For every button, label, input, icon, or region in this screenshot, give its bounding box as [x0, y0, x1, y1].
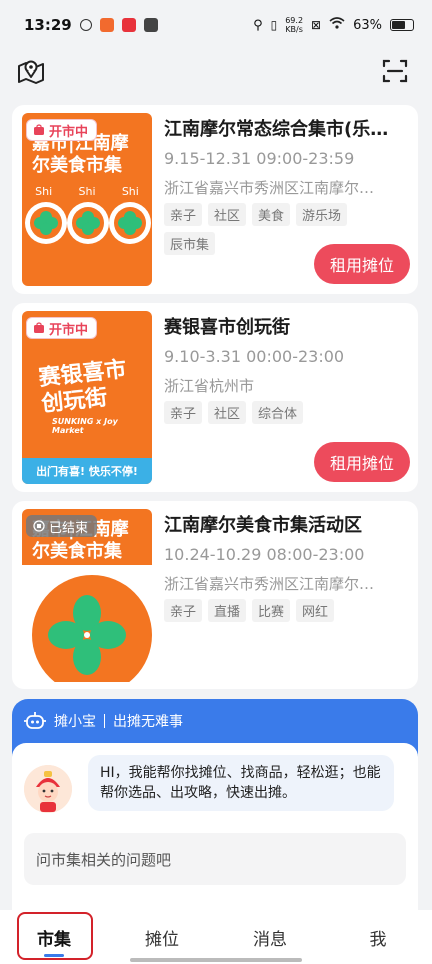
stop-icon [33, 520, 45, 532]
market-address: 浙江省嘉兴市秀洲区江南摩尔… [164, 179, 375, 197]
market-address: 浙江省杭州市 [164, 377, 255, 395]
battery-percent: 63% [353, 17, 382, 33]
app-notification-icon [121, 18, 136, 32]
bag-icon [34, 322, 44, 333]
status-badge-label: 已结束 [49, 520, 89, 536]
assistant-slogan: 出摊无难事 [113, 714, 183, 730]
market-time: 10.24-10.29 08:00-23:00 [164, 545, 365, 564]
thumbnail-subtitle: SUNKING x Joy Market [52, 417, 118, 435]
persimmon-pattern [25, 202, 151, 244]
tab-me[interactable]: 我 [324, 910, 432, 964]
scan-icon[interactable] [380, 56, 410, 86]
thumbnail-title: 赛银喜市创玩街 [37, 357, 128, 418]
thumbnail-slogan: 出门有喜! 快乐不停! [22, 458, 152, 484]
tag: 亲子 [164, 401, 203, 424]
status-badge: 开市中 [26, 317, 98, 339]
tag: 亲子 [164, 599, 203, 622]
assistant-panel: 摊小宝 出摊无难事 HI，我能帮你找摊位、找商品，轻松逛；也能帮你选品、出攻略，… [12, 699, 418, 914]
wifi-icon [329, 17, 345, 33]
market-address: 浙江省嘉兴市秀洲区江南摩尔… [164, 575, 375, 593]
persimmon-graphic [32, 575, 152, 682]
market-time: 9.15-12.31 09:00-23:59 [164, 149, 355, 168]
ask-question-input[interactable]: 问市集相关的问题吧 [24, 833, 406, 885]
tag-list: 亲子 社区 综合体 [164, 401, 404, 424]
market-title[interactable]: 赛银喜市创玩街 [164, 313, 409, 339]
market-card[interactable]: 嘉市|江南摩尔美食市集 已结束 江南摩尔美食市集活动区 10.24-10.29 … [12, 501, 418, 689]
status-badge: 开市中 [26, 119, 98, 141]
vibrate-icon: ▯ [270, 18, 278, 32]
header-divider [104, 714, 105, 728]
tab-stall[interactable]: 摊位 [108, 910, 216, 964]
market-time: 9.10-3.31 00:00-23:00 [164, 347, 345, 366]
thumbnail-shi-row: Shi Shi Shi [35, 185, 139, 198]
tab-highlight-box [17, 912, 93, 960]
tab-label: 我 [369, 929, 387, 950]
bag-icon [34, 124, 44, 135]
assistant-message: HI，我能帮你找摊位、找商品，轻松逛；也能帮你选品、出攻略，快速出摊。 [88, 755, 394, 811]
tag: 网红 [296, 599, 335, 622]
status-bar: 13:29 ⚲ ▯ 69.2 KB/s ⊠ 63% [0, 0, 432, 50]
assistant-name: 摊小宝 [54, 714, 96, 730]
tag: 比赛 [252, 599, 291, 622]
tag: 亲子 [164, 203, 203, 226]
assistant-body: HI，我能帮你找摊位、找商品，轻松逛；也能帮你选品、出攻略，快速出摊。 问市集相… [12, 743, 418, 914]
assistant-avatar [24, 765, 72, 813]
market-title[interactable]: 江南摩尔常态综合集市(乐… [164, 115, 409, 141]
top-toolbar [0, 52, 432, 92]
tab-label: 摊位 [145, 929, 179, 950]
market-thumbnail: 赛银喜市创玩街 SUNKING x Joy Market 出门有喜! 快乐不停!… [22, 311, 152, 484]
tag: 直播 [208, 599, 247, 622]
home-indicator[interactable] [130, 958, 302, 962]
market-title[interactable]: 江南摩尔美食市集活动区 [164, 511, 409, 537]
battery-icon [390, 19, 414, 31]
location-icon: ⚲ [253, 17, 263, 33]
tag: 美食 [252, 203, 291, 226]
market-card[interactable]: 嘉市|江南摩尔美食市集 Shi Shi Shi 开市中 江南摩尔常态综合集市(乐… … [12, 105, 418, 294]
status-time: 13:29 [24, 16, 72, 34]
rent-stall-button[interactable]: 租用摊位 [314, 442, 410, 482]
tab-messages[interactable]: 消息 [216, 910, 324, 964]
map-location-icon[interactable] [16, 56, 46, 86]
status-badge: 已结束 [26, 515, 98, 537]
bottom-tab-bar: 市集 摊位 消息 我 [0, 910, 432, 964]
tab-label: 消息 [253, 929, 287, 950]
app-notification-icon [99, 18, 114, 32]
status-badge-label: 开市中 [49, 124, 89, 140]
assistant-header: 摊小宝 出摊无难事 [12, 699, 418, 743]
tag-list: 亲子 直播 比赛 网红 [164, 599, 404, 622]
market-card[interactable]: 赛银喜市创玩街 SUNKING x Joy Market 出门有喜! 快乐不停!… [12, 303, 418, 492]
tag: 辰市集 [164, 232, 216, 255]
market-thumbnail: 嘉市|江南摩尔美食市集 已结束 [22, 509, 152, 682]
sim-icon: ⊠ [311, 18, 322, 32]
market-thumbnail: 嘉市|江南摩尔美食市集 Shi Shi Shi 开市中 [22, 113, 152, 286]
status-badge-label: 开市中 [49, 322, 89, 338]
robot-icon [24, 712, 46, 729]
tag: 社区 [208, 203, 247, 226]
tag: 游乐场 [296, 203, 348, 226]
network-speed: 69.2 KB/s [285, 16, 304, 34]
tag: 综合体 [252, 401, 304, 424]
app-notification-icon [143, 18, 158, 32]
tag: 社区 [208, 401, 247, 424]
rent-stall-button[interactable]: 租用摊位 [314, 244, 410, 284]
app-notification-icon [79, 19, 92, 31]
